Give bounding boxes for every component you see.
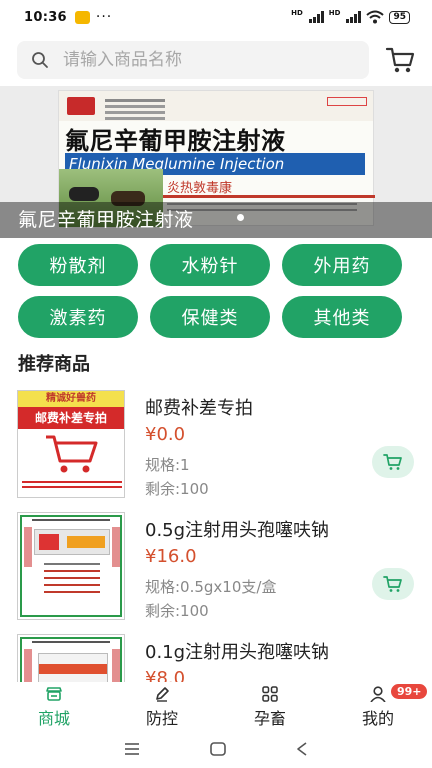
search-input[interactable] [63,50,343,70]
category-button-external[interactable]: 外用药 [282,244,402,286]
nav-item-profile[interactable]: 我的 99+ [324,682,432,730]
hd-label-2: HD [328,9,341,17]
product-name[interactable]: 邮费补差专拍 [145,394,253,420]
section-title: 推荐商品 [18,354,90,375]
grid-icon [262,686,278,702]
banner-caption: 氟尼辛葡甲胺注射液 [0,202,432,238]
search-icon [32,52,48,68]
banner-carousel[interactable]: 氟尼辛葡甲胺注射液 Flunixin Meglumine Injection 炎… [0,86,432,238]
cart-icon[interactable] [384,45,416,75]
product-thumbnail [17,634,125,682]
category-button-health[interactable]: 保健类 [150,296,270,338]
product-card[interactable]: 精诚好兽药 邮费补差专拍 邮费补差专拍 ¥0.0 规格:1 剩余:100 [0,390,432,510]
product-spec: 规格:1 [145,456,190,474]
product-name[interactable]: 0.5g注射用头孢噻呋钠 [145,516,329,542]
add-to-cart-button[interactable] [372,568,414,600]
product-spec: 规格:0.5gx10支/盒 [145,578,277,596]
banner-product-title: 氟尼辛葡甲胺注射液 [65,127,286,155]
hd-label-1: HD [291,9,303,17]
system-nav-bar [0,730,432,768]
category-grid: 粉散剂 水粉针 外用药 激素药 保健类 其他类 [18,244,414,338]
product-stock: 剩余:100 [145,602,209,620]
pen-icon [156,687,169,702]
signal-icon [308,11,324,23]
cow-icon [69,187,99,201]
nav-label: 我的 [361,709,394,728]
signal-icon-2 [346,11,362,23]
product-thumbnail [17,512,125,620]
category-button-powder[interactable]: 粉散剂 [18,244,138,286]
cart-icon [383,576,402,592]
battery-indicator: 95 [389,10,410,24]
search-bar[interactable] [17,41,369,79]
product-card[interactable]: 0.1g注射用头孢噻呋钠 ¥8.0 [0,634,432,682]
back-icon[interactable] [296,742,308,756]
more-notifications-icon: ··· [95,9,113,25]
nav-item-prevention[interactable]: 防控 [108,682,216,730]
product-price: ¥16.0 [145,546,197,567]
notification-icon [74,10,90,24]
home-icon[interactable] [210,742,226,756]
product-name[interactable]: 0.1g注射用头孢噻呋钠 [145,638,329,664]
status-time: 10:36 [24,9,67,25]
add-to-cart-button[interactable] [372,446,414,478]
product-stock: 剩余:100 [145,480,209,498]
category-button-hormone[interactable]: 激素药 [18,296,138,338]
nav-label: 商城 [37,709,70,728]
carousel-indicator[interactable] [237,214,244,221]
nav-label: 防控 [145,709,178,728]
nav-label: 孕畜 [253,709,286,728]
notification-badge: 99+ [390,684,428,699]
status-bar: 10:36 ··· HD HD 95 [0,0,432,34]
store-icon [46,687,62,701]
brand-logo-icon [67,97,95,115]
category-button-injection-powder[interactable]: 水粉针 [150,244,270,286]
product-price: ¥0.0 [145,424,186,445]
cart-illustration-icon [46,435,98,473]
product-thumbnail: 精诚好兽药 邮费补差专拍 [17,390,125,498]
category-button-other[interactable]: 其他类 [282,296,402,338]
bottom-nav: 商城 防控 孕畜 我的 99+ [0,682,432,730]
nav-item-breeding[interactable]: 孕畜 [216,682,324,730]
banner-product-subtitle: 炎热敦毒康 [167,181,233,196]
product-card[interactable]: 0.5g注射用头孢噻呋钠 ¥16.0 规格:0.5gx10支/盒 剩余:100 [0,512,432,632]
menu-icon[interactable] [124,743,140,755]
nav-item-store[interactable]: 商城 [0,682,108,730]
product-price: ¥8.0 [145,668,186,682]
user-icon [370,686,386,702]
cart-icon [383,454,402,470]
wifi-icon [366,10,385,24]
